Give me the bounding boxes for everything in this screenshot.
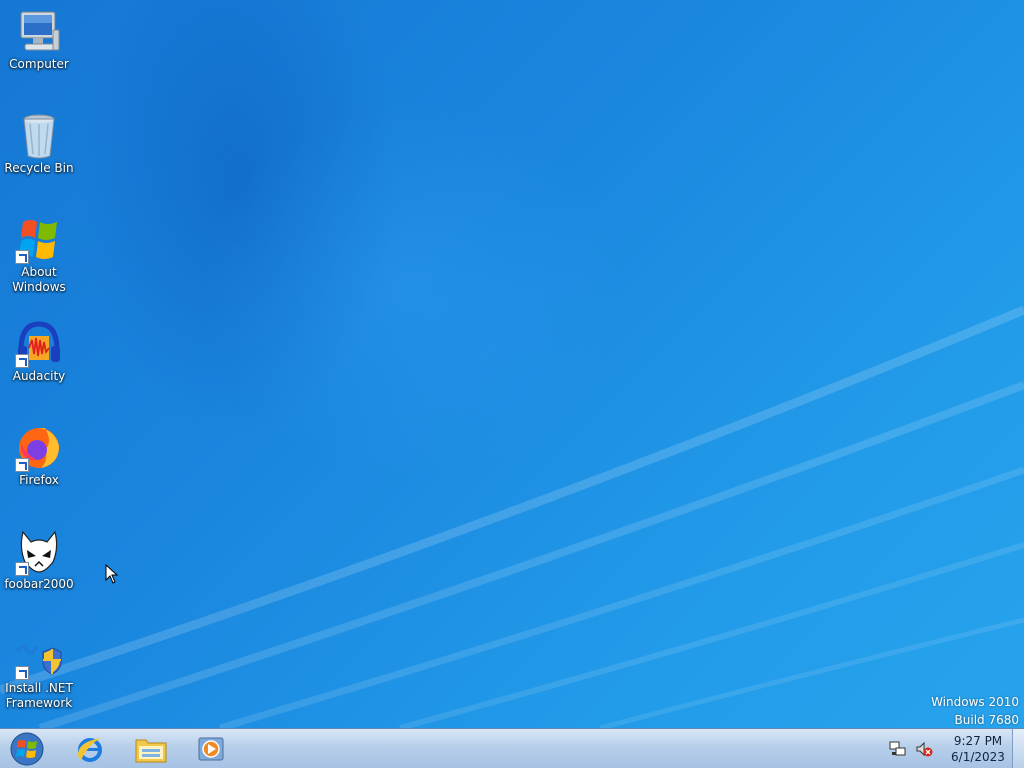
windows-flag-icon xyxy=(15,216,63,264)
taskbar-internet-explorer[interactable] xyxy=(65,731,115,767)
firefox-icon xyxy=(15,424,63,472)
foobar2000-icon xyxy=(15,528,63,576)
net-framework-installer-icon xyxy=(15,632,63,680)
volume-muted-icon[interactable] xyxy=(914,739,934,759)
desktop-icon-recycle-bin[interactable]: Recycle Bin xyxy=(0,112,78,176)
desktop-icon-about-windows[interactable]: About Windows xyxy=(0,216,78,295)
icon-label: About Windows xyxy=(12,265,66,294)
desktop-icon-install-net-framework[interactable]: Install .NET Framework xyxy=(0,632,78,711)
folder-icon xyxy=(135,739,167,763)
desktop-icon-audacity[interactable]: Audacity xyxy=(0,320,78,384)
media-player-icon xyxy=(198,737,224,761)
taskbar-windows-explorer[interactable] xyxy=(126,731,176,767)
windows-build-watermark: Windows 2010 Build 7680 xyxy=(931,693,1019,728)
start-button[interactable] xyxy=(3,731,51,767)
desktop[interactable]: Computer Recycle Bin About Windows Audac… xyxy=(0,0,1024,728)
show-desktop-button[interactable] xyxy=(1012,729,1024,768)
recycle-bin-icon xyxy=(15,112,63,160)
wallpaper-streaks xyxy=(0,305,1024,728)
icon-label: Recycle Bin xyxy=(4,161,74,175)
system-tray: 9:27 PM 6/1/2023 xyxy=(888,729,1006,768)
shortcut-arrow-icon xyxy=(15,458,29,472)
desktop-icon-computer[interactable]: Computer xyxy=(0,8,78,72)
shortcut-arrow-icon xyxy=(15,666,29,680)
watermark-edition: Windows 2010 xyxy=(931,695,1019,709)
shortcut-arrow-icon xyxy=(15,562,29,576)
taskbar-media-player[interactable] xyxy=(186,731,236,767)
shortcut-arrow-icon xyxy=(15,354,29,368)
network-icon[interactable] xyxy=(888,739,908,759)
shortcut-arrow-icon xyxy=(15,250,29,264)
computer-icon xyxy=(15,8,63,56)
icon-label: foobar2000 xyxy=(4,577,74,591)
clock[interactable]: 9:27 PM 6/1/2023 xyxy=(950,733,1006,765)
icon-label: Install .NET Framework xyxy=(5,681,73,710)
clock-date: 6/1/2023 xyxy=(951,750,1005,764)
icon-label: Audacity xyxy=(12,369,66,383)
icon-label: Computer xyxy=(9,57,69,71)
internet-explorer-icon xyxy=(77,738,102,762)
watermark-build: Build 7680 xyxy=(954,713,1019,727)
audacity-icon xyxy=(15,320,63,368)
clock-time: 9:27 PM xyxy=(953,734,1003,748)
icon-label: Firefox xyxy=(19,473,59,487)
taskbar: 9:27 PM 6/1/2023 xyxy=(0,728,1024,768)
windows-logo-icon xyxy=(10,732,44,766)
desktop-icon-firefox[interactable]: Firefox xyxy=(0,424,78,488)
desktop-icon-foobar2000[interactable]: foobar2000 xyxy=(0,528,78,592)
mouse-cursor-icon xyxy=(105,563,119,588)
